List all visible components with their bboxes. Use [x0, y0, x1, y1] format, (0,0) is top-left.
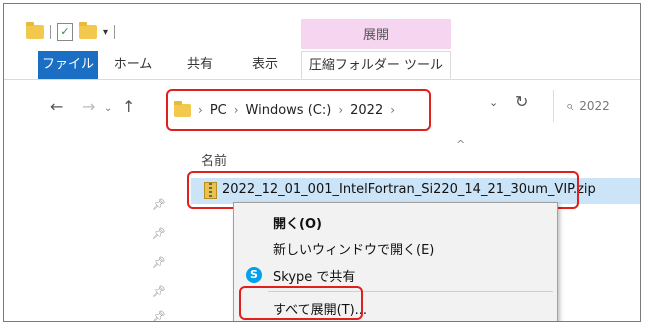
breadcrumb-separator[interactable]: ›	[198, 103, 203, 117]
menu-item-share-skype[interactable]: Skype で共有	[273, 266, 355, 285]
recent-locations-icon[interactable]: ⌄	[104, 96, 112, 122]
tab-compressed-folder-tools[interactable]: 圧縮フォルダー ツール	[301, 51, 451, 79]
pin-icon[interactable]: 📌︎	[152, 310, 166, 321]
pin-icon[interactable]: 📌︎	[152, 285, 166, 298]
breadcrumb-separator[interactable]: ›	[234, 103, 239, 117]
search-text: 2022	[579, 99, 610, 113]
up-arrow-icon[interactable]: ↑	[122, 94, 135, 120]
pin-icon[interactable]: 📌︎	[152, 198, 166, 211]
contextual-tab-title: 展開	[362, 28, 389, 43]
separator	[50, 25, 51, 39]
breadcrumb-pc[interactable]: PC	[210, 103, 227, 118]
menu-item-open[interactable]: 開く(O)	[273, 213, 322, 232]
search-box[interactable]: ⌕ 2022	[553, 90, 640, 122]
column-header-name[interactable]: 名前	[201, 150, 227, 169]
tab-home[interactable]: ホーム	[108, 51, 158, 79]
tab-view[interactable]: 表示	[245, 51, 285, 79]
folder-icon[interactable]	[26, 22, 44, 39]
skype-icon: S	[246, 267, 262, 283]
sort-arrow-icon: ^	[456, 138, 466, 151]
new-folder-icon[interactable]	[79, 22, 97, 39]
pin-icon[interactable]: 📌︎	[152, 256, 166, 269]
address-bar[interactable]: › PC › Windows (C:) › 2022 ›	[166, 89, 431, 131]
breadcrumb-separator[interactable]: ›	[390, 103, 395, 117]
breadcrumb-2022[interactable]: 2022	[350, 103, 383, 118]
separator	[114, 25, 116, 39]
ribbon-tabs: ファイル ホーム 共有 表示 圧縮フォルダー ツール	[4, 51, 640, 80]
tab-share[interactable]: 共有	[180, 51, 220, 79]
tab-file[interactable]: ファイル	[38, 51, 98, 79]
breadcrumb-windows-c[interactable]: Windows (C:)	[246, 103, 332, 118]
back-arrow-icon[interactable]: ←	[50, 94, 63, 120]
folder-icon	[174, 100, 191, 117]
breadcrumb-separator[interactable]: ›	[338, 103, 343, 117]
forward-arrow-icon[interactable]: →	[82, 94, 95, 120]
refresh-icon[interactable]: ↻	[515, 92, 528, 111]
extract-all-highlight-box	[239, 286, 363, 320]
address-dropdown-icon[interactable]: ⌄	[489, 96, 498, 109]
explorer-window: ✓ ▾ 展開 ファイル ホーム 共有 表示 圧縮フォルダー ツール ← → ⌄ …	[3, 3, 641, 322]
menu-item-open-new-window[interactable]: 新しいウィンドウで開く(E)	[273, 239, 434, 258]
quick-access-toolbar: ✓ ▾	[26, 18, 116, 46]
properties-icon[interactable]: ✓	[57, 23, 73, 41]
pin-icon[interactable]: 📌︎	[152, 227, 166, 240]
customize-toolbar-icon[interactable]: ▾	[103, 27, 108, 38]
search-icon: ⌕	[566, 98, 574, 114]
